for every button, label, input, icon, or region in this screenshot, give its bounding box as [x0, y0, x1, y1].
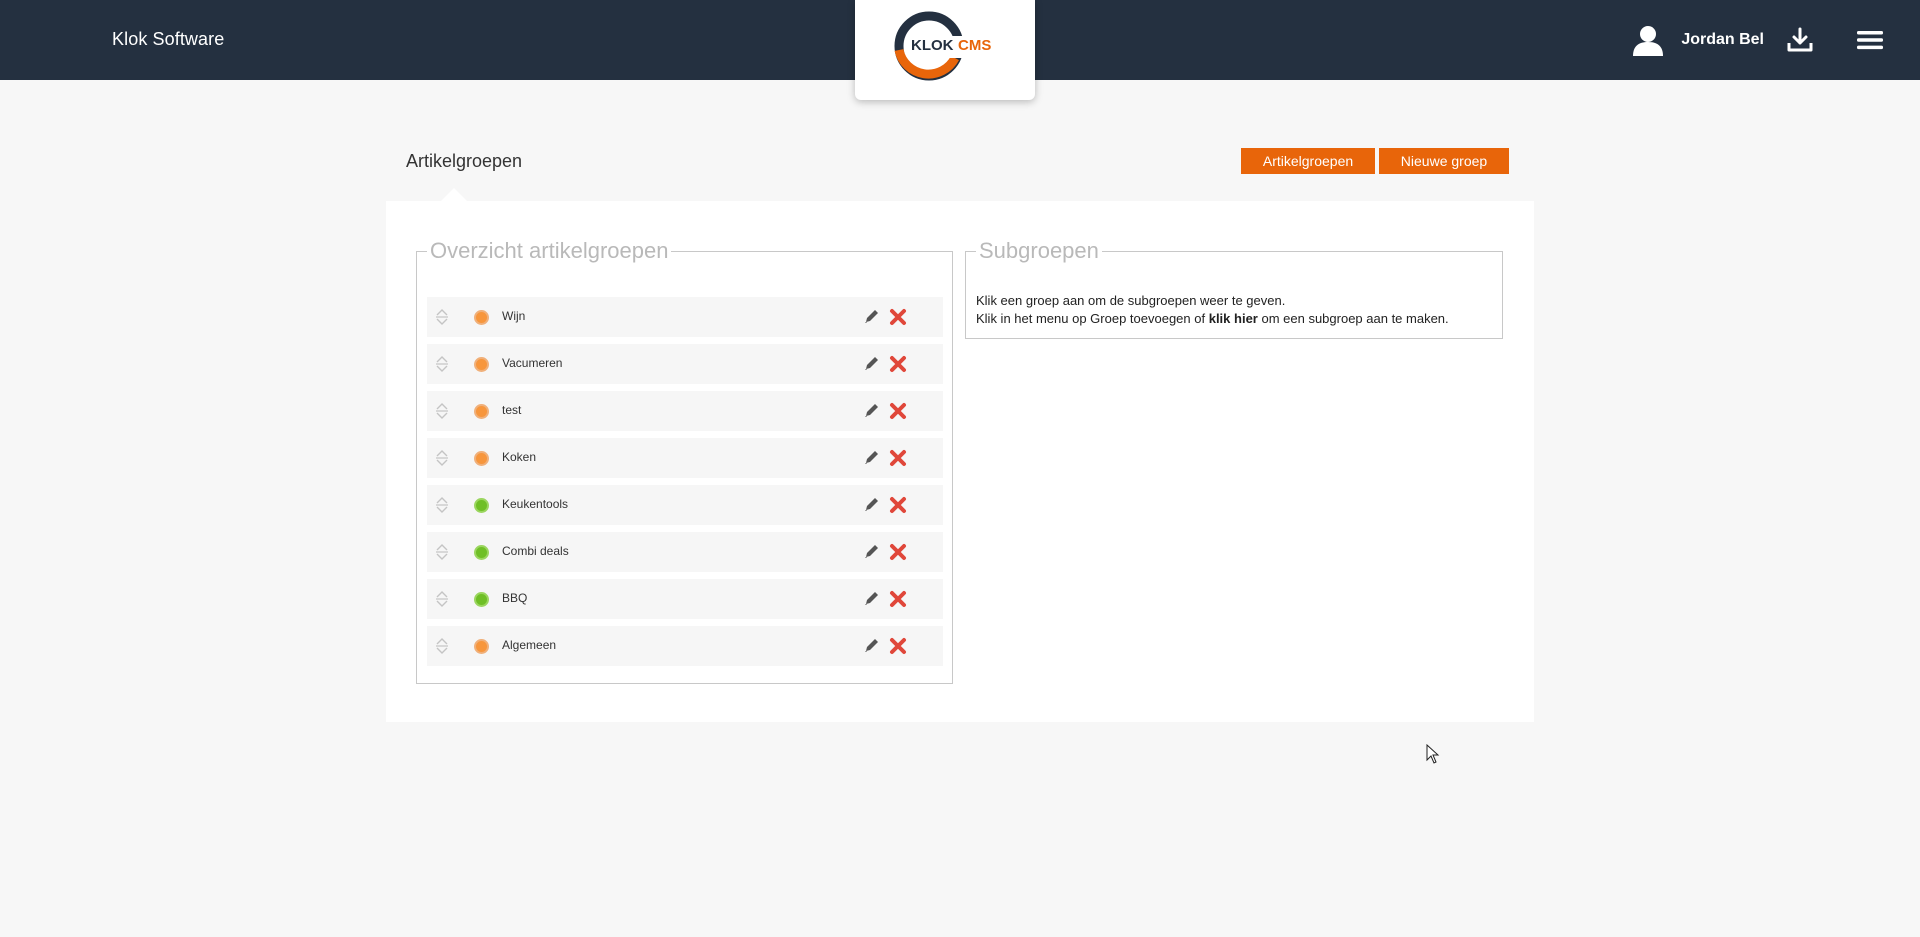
- subgroups-info: Klik een groep aan om de subgroepen weer…: [976, 292, 1449, 328]
- drag-handle-icon[interactable]: [435, 543, 449, 561]
- status-dot-green: [474, 498, 489, 513]
- user-icon[interactable]: [1631, 23, 1665, 57]
- group-list: Wijn Vacumeren test Koken Keukentools Co…: [427, 297, 943, 673]
- group-label[interactable]: Keukentools: [502, 497, 568, 511]
- overview-legend: Overzicht artikelgroepen: [427, 239, 672, 263]
- status-dot-orange: [474, 310, 489, 325]
- mouse-cursor-icon: [1426, 744, 1440, 764]
- group-label[interactable]: Algemeen: [502, 638, 556, 652]
- delete-x-icon[interactable]: [888, 354, 908, 374]
- content-panel: Overzicht artikelgroepen Wijn Vacumeren …: [386, 201, 1534, 722]
- user-area: Jordan Bel: [1631, 0, 1884, 80]
- info-line-2-post: om een subgroep aan te maken.: [1257, 311, 1449, 326]
- top-bar: Klok Software KLOK CMS Jordan Bel: [0, 0, 1920, 100]
- download-icon[interactable]: [1786, 26, 1814, 54]
- pencil-icon[interactable]: [863, 542, 881, 560]
- status-dot-green: [474, 545, 489, 560]
- group-label[interactable]: test: [502, 403, 521, 417]
- group-label[interactable]: Wijn: [502, 309, 525, 323]
- click-here-link[interactable]: klik hier: [1209, 311, 1258, 326]
- status-dot-orange: [474, 357, 489, 372]
- pencil-icon[interactable]: [863, 448, 881, 466]
- tab-pointer: [440, 188, 468, 202]
- drag-handle-icon[interactable]: [435, 590, 449, 608]
- brand-name: Klok Software: [112, 29, 225, 49]
- subgroups-fieldset: Subgroepen Klik een groep aan om de subg…: [965, 239, 1503, 339]
- group-row[interactable]: Algemeen: [427, 626, 943, 666]
- status-dot-orange: [474, 451, 489, 466]
- delete-x-icon[interactable]: [888, 401, 908, 421]
- info-line-2: Klik in het menu op Groep toevoegen of k…: [976, 310, 1449, 328]
- status-dot-green: [474, 592, 489, 607]
- delete-x-icon[interactable]: [888, 495, 908, 515]
- delete-x-icon[interactable]: [888, 448, 908, 468]
- klok-cms-logo[interactable]: KLOK CMS: [855, 0, 1035, 100]
- drag-handle-icon[interactable]: [435, 308, 449, 326]
- pencil-icon[interactable]: [863, 401, 881, 419]
- pencil-icon[interactable]: [863, 589, 881, 607]
- drag-handle-icon[interactable]: [435, 496, 449, 514]
- drag-handle-icon[interactable]: [435, 637, 449, 655]
- drag-handle-icon[interactable]: [435, 402, 449, 420]
- drag-handle-icon[interactable]: [435, 449, 449, 467]
- artikelgroepen-button[interactable]: Artikelgroepen: [1241, 148, 1375, 174]
- delete-x-icon[interactable]: [888, 636, 908, 656]
- user-name[interactable]: Jordan Bel: [1681, 31, 1764, 49]
- new-group-button[interactable]: Nieuwe groep: [1379, 148, 1509, 174]
- delete-x-icon[interactable]: [888, 542, 908, 562]
- group-row[interactable]: Koken: [427, 438, 943, 478]
- overview-fieldset: Overzicht artikelgroepen Wijn Vacumeren …: [416, 239, 953, 684]
- group-row[interactable]: BBQ: [427, 579, 943, 619]
- group-row[interactable]: Keukentools: [427, 485, 943, 525]
- drag-handle-icon[interactable]: [435, 355, 449, 373]
- group-label[interactable]: Vacumeren: [502, 356, 562, 370]
- hamburger-menu-icon[interactable]: [1856, 28, 1884, 52]
- status-dot-orange: [474, 404, 489, 419]
- info-line-2-pre: Klik in het menu op Groep toevoegen of: [976, 311, 1209, 326]
- delete-x-icon[interactable]: [888, 589, 908, 609]
- group-row[interactable]: Wijn: [427, 297, 943, 337]
- logo-word-klok: KLOK: [911, 37, 954, 54]
- pencil-icon[interactable]: [863, 307, 881, 325]
- subgroups-legend: Subgroepen: [976, 239, 1102, 263]
- pencil-icon[interactable]: [863, 636, 881, 654]
- pencil-icon[interactable]: [863, 354, 881, 372]
- group-label[interactable]: BBQ: [502, 591, 527, 605]
- logo-word-cms: CMS: [958, 37, 992, 54]
- pencil-icon[interactable]: [863, 495, 881, 513]
- status-dot-orange: [474, 639, 489, 654]
- group-row[interactable]: Combi deals: [427, 532, 943, 572]
- group-row[interactable]: Vacumeren: [427, 344, 943, 384]
- delete-x-icon[interactable]: [888, 307, 908, 327]
- group-label[interactable]: Combi deals: [502, 544, 569, 558]
- group-label[interactable]: Koken: [502, 450, 536, 464]
- page-title: Artikelgroepen: [406, 151, 523, 171]
- group-row[interactable]: test: [427, 391, 943, 431]
- info-line-1: Klik een groep aan om de subgroepen weer…: [976, 293, 1286, 308]
